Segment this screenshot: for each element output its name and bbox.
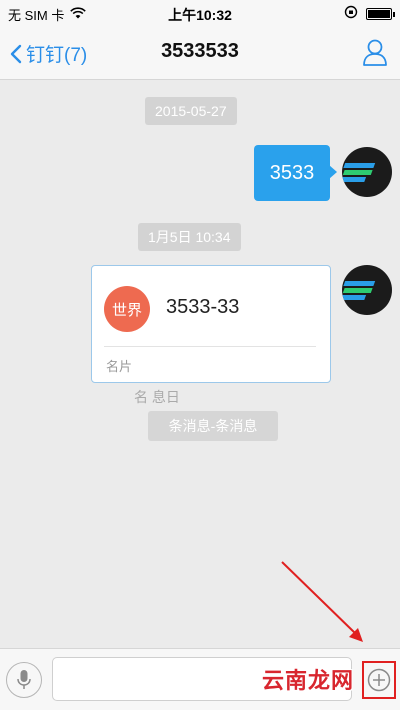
plus-button[interactable] [362, 661, 396, 699]
my-avatar[interactable] [342, 147, 392, 197]
back-label: 钉钉(7) [26, 45, 88, 66]
status-time: 上午10:32 [168, 7, 232, 23]
microphone-icon [17, 670, 31, 689]
chat-area[interactable]: 2015-05-27 3533 1月5日 10:34 世界 3533-33 名片… [0, 81, 400, 648]
sent-message-bubble[interactable]: 3533 [254, 145, 337, 201]
message-input[interactable] [52, 657, 352, 701]
status-right [344, 5, 395, 22]
back-button[interactable]: 钉钉(7) [10, 40, 87, 67]
status-bar: 无 SIM 卡 上午10:32 [0, 0, 400, 26]
profile-button[interactable] [362, 38, 388, 71]
person-icon [363, 39, 387, 66]
contact-card[interactable]: 世界 3533-33 名片 [91, 265, 331, 383]
contact-card-divider [104, 346, 316, 347]
input-bar [0, 648, 400, 710]
rotation-lock-icon [344, 5, 358, 22]
chevron-left-icon [10, 44, 22, 63]
nav-bar: 钉钉(7) 3533533 [0, 26, 400, 80]
contact-card-name: 3533-33 [166, 296, 240, 318]
battery-icon [366, 7, 395, 20]
my-avatar-2[interactable] [342, 265, 392, 315]
system-notice-top: 名 息日 [134, 389, 180, 405]
date-separator: 2015-05-27 [145, 97, 237, 125]
system-notice: 条消息-条消息 [148, 411, 278, 441]
voice-button[interactable] [6, 662, 42, 698]
time-separator: 1月5日 10:34 [138, 223, 241, 251]
contact-card-type: 名片 [106, 359, 133, 374]
contact-card-avatar: 世界 [104, 286, 150, 332]
plus-icon [367, 668, 391, 692]
